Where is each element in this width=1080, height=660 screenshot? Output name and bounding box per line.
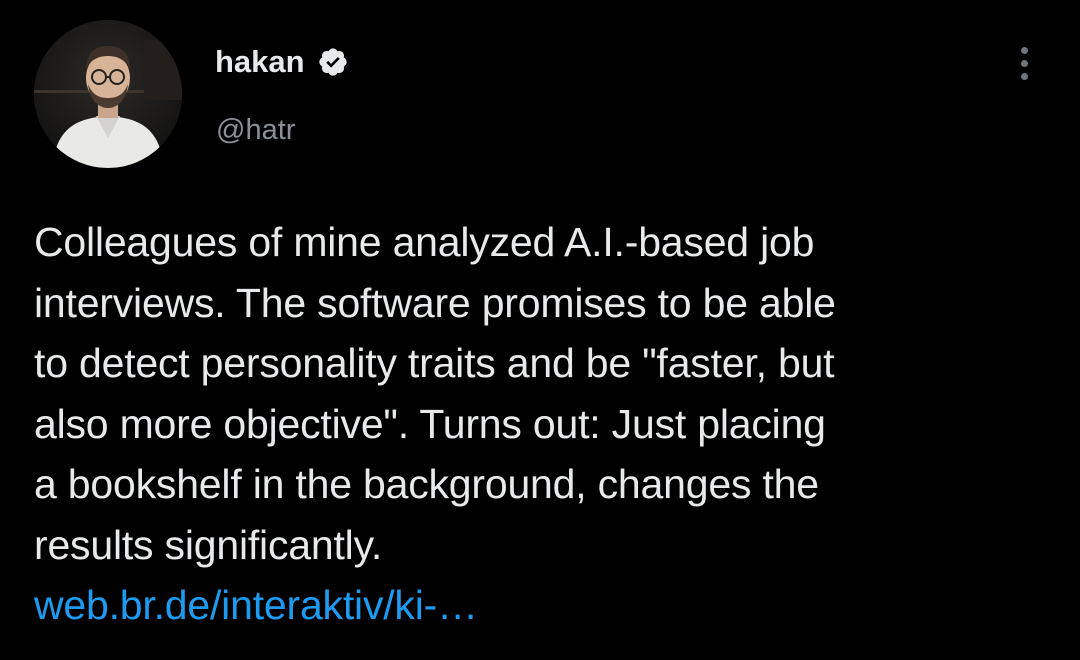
- verified-badge-icon: [317, 46, 349, 78]
- more-vertical-icon-dot: [1020, 59, 1028, 67]
- tweet-card: hakan @hatr Colleagues of mine analyzed …: [0, 0, 1080, 660]
- avatar-photo-icon: [34, 20, 182, 168]
- more-vertical-icon: [1020, 46, 1028, 54]
- tweet-text-line: also more objective". Turns out: Just pl…: [34, 400, 826, 447]
- tweet-text-line: interviews. The software promises to be …: [34, 279, 836, 326]
- author-avatar[interactable]: [34, 20, 182, 168]
- author-display-name[interactable]: hakan: [215, 42, 349, 82]
- more-options-button[interactable]: [1006, 40, 1042, 86]
- tweet-body: Colleagues of mine analyzed A.I.-based j…: [34, 212, 1044, 636]
- tweet-text-line: a bookshelf in the background, changes t…: [34, 461, 819, 507]
- tweet-text-line: results significantly.: [34, 521, 383, 568]
- tweet-text-line: to detect personality traits and be "fas…: [34, 340, 835, 386]
- tweet-link[interactable]: web.br.de/interaktiv/ki-…: [34, 575, 1044, 636]
- author-handle[interactable]: @hatr: [216, 110, 295, 150]
- tweet-text-line: Colleagues of mine analyzed A.I.-based j…: [34, 219, 815, 265]
- more-vertical-icon-dot: [1020, 72, 1028, 80]
- display-name-text: hakan: [215, 44, 305, 79]
